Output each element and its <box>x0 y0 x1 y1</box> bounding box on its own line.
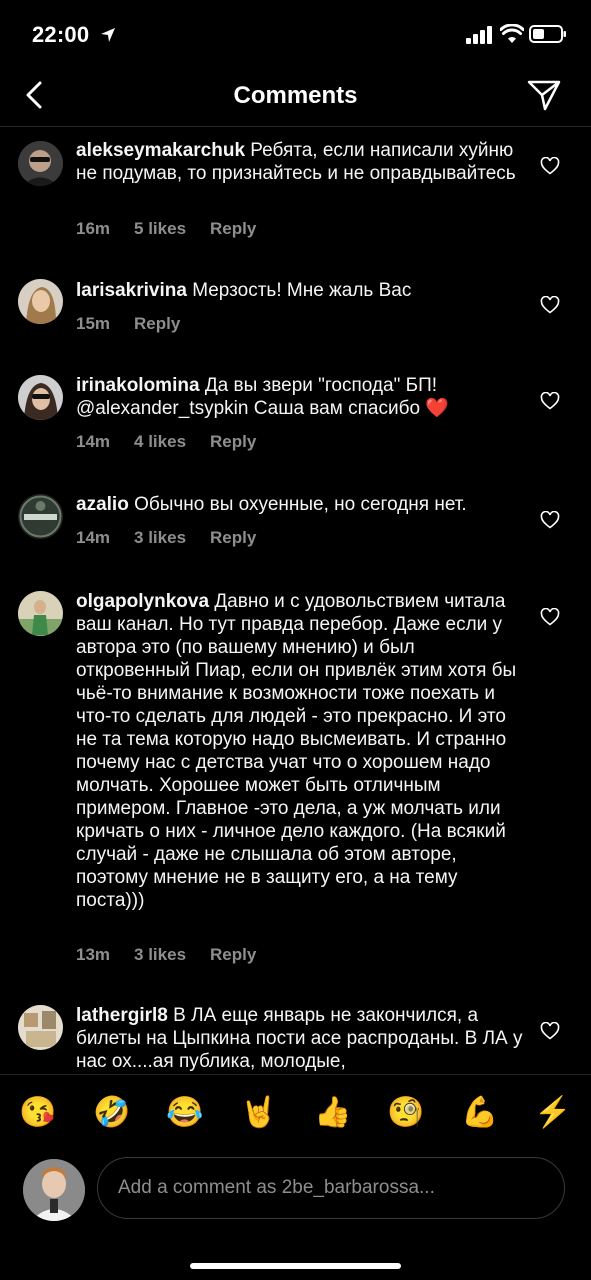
heart-icon[interactable] <box>540 1022 560 1040</box>
emoji-thumbsup-button[interactable]: 👍 <box>311 1093 355 1133</box>
battery-icon <box>529 25 566 43</box>
avatar[interactable] <box>18 591 63 636</box>
comment-username[interactable]: azalio <box>76 494 129 515</box>
reply-button[interactable]: Reply <box>210 432 256 451</box>
comment-username[interactable]: larisakrivina <box>76 280 187 301</box>
status-time: 22:00 <box>32 22 90 47</box>
avatar[interactable] <box>18 1005 63 1050</box>
reply-button[interactable]: Reply <box>210 219 256 238</box>
comment-text: Обычно вы охуенные, но сегодня нет. <box>134 494 467 515</box>
page-title: Comments <box>233 82 358 109</box>
reply-button[interactable]: Reply <box>134 314 180 333</box>
heart-icon[interactable] <box>540 296 560 314</box>
emoji-rock-button[interactable]: 🤘 <box>237 1093 281 1133</box>
location-arrow-icon <box>101 28 115 42</box>
comment-time: 14m <box>76 528 111 547</box>
avatar[interactable] <box>18 375 63 420</box>
comment-time: 14m <box>76 432 111 451</box>
send-direct-icon[interactable] <box>526 78 562 112</box>
emoji-zap-button[interactable]: ⚡ <box>531 1093 575 1133</box>
emoji-muscle-button[interactable]: 💪 <box>458 1093 502 1133</box>
cellular-signal-icon <box>466 26 492 44</box>
current-user-avatar <box>23 1159 85 1221</box>
wifi-icon <box>500 24 524 43</box>
comment-username[interactable]: lathergirl8 <box>76 1005 168 1026</box>
reply-button[interactable]: Reply <box>210 528 256 547</box>
comment-input[interactable] <box>97 1157 565 1219</box>
avatar[interactable] <box>18 141 63 186</box>
emoji-quick-bar: 😘 🤣 😂 🤘 👍 🧐 💪 ⚡ <box>0 1074 591 1153</box>
avatar[interactable] <box>18 279 63 324</box>
comment-time: 13m <box>76 945 111 964</box>
comment-composer <box>0 1152 591 1280</box>
comment-likes[interactable]: 3 likes <box>134 528 186 547</box>
comment-username[interactable]: alekseymakarchuk <box>76 140 245 161</box>
comment-time: 16m <box>76 219 111 238</box>
comments-list[interactable]: alekseymakarchuk Ребята, если написали х… <box>0 127 591 1073</box>
emoji-kiss-button[interactable]: 😘 <box>16 1093 60 1133</box>
comment-text: Мерзость! Мне жаль Вас <box>192 280 412 301</box>
reply-button[interactable]: Reply <box>210 945 256 964</box>
comment-time: 15m <box>76 314 111 333</box>
emoji-joy-button[interactable]: 😂 <box>163 1093 207 1133</box>
heart-icon[interactable] <box>540 392 560 410</box>
nav-header: Comments <box>0 70 591 126</box>
comment-username[interactable]: irinakolomina <box>76 375 200 396</box>
comment-likes[interactable]: 3 likes <box>134 945 186 964</box>
emoji-monocle-button[interactable]: 🧐 <box>384 1093 428 1133</box>
emoji-rofl-button[interactable]: 🤣 <box>90 1093 134 1133</box>
status-bar: 22:00 <box>0 0 591 70</box>
heart-icon[interactable] <box>540 157 560 175</box>
heart-icon[interactable] <box>540 511 560 529</box>
avatar[interactable] <box>18 494 63 539</box>
comment-text: Давно и с удовольствием читала ваш канал… <box>76 591 517 911</box>
comment-username[interactable]: olgapolynkova <box>76 591 209 612</box>
home-indicator <box>190 1263 401 1269</box>
comment-likes[interactable]: 4 likes <box>134 432 186 451</box>
comment-likes[interactable]: 5 likes <box>134 219 186 238</box>
heart-icon[interactable] <box>540 608 560 626</box>
